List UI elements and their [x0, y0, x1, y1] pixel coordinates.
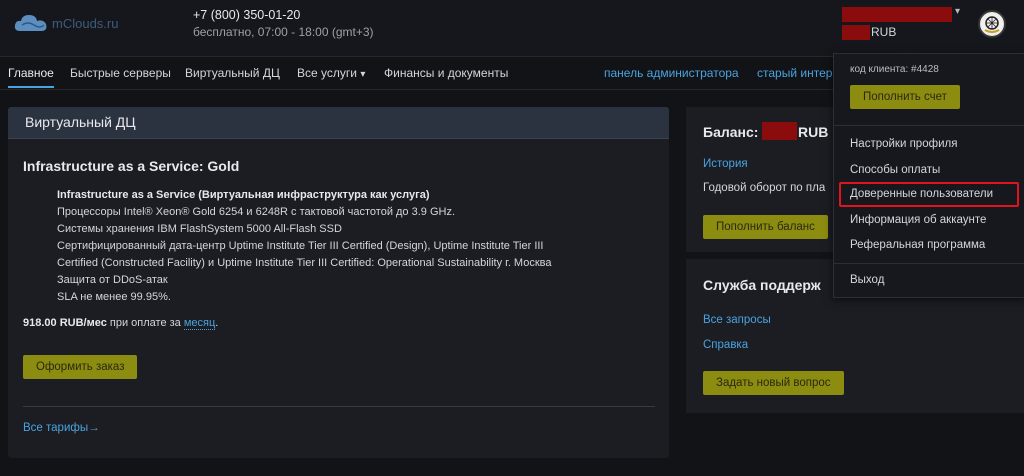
- top-bar: mClouds.ru +7 (800) 350-01-20 бесплатно,…: [0, 0, 1024, 56]
- nav-active-indicator: [8, 86, 54, 88]
- divider: [23, 406, 655, 407]
- price-line: 918.00 RUB/мес при оплате за месяц.: [23, 317, 219, 330]
- virtual-dc-card: Виртуальный ДЦ Infrastructure as a Servi…: [8, 107, 669, 458]
- annual-turnover-text: Годовой оборот по пла: [703, 182, 826, 194]
- support-phone: +7 (800) 350-01-20: [193, 8, 301, 22]
- menu-item-referral-program[interactable]: Реферальная программа: [850, 239, 985, 251]
- nav-item-all-services[interactable]: Все услуги ▾: [297, 66, 365, 80]
- nav-item-main[interactable]: Главное: [8, 66, 54, 80]
- client-code: код клиента: #4428: [850, 64, 939, 75]
- user-dropdown-menu: код клиента: #4428 Пополнить счет Настро…: [833, 53, 1024, 298]
- support-title: Служба поддерж: [703, 277, 821, 293]
- product-description: Infrastructure as a Service (Виртуальная…: [57, 187, 637, 306]
- history-link[interactable]: История: [703, 158, 748, 170]
- menu-item-trusted-users[interactable]: Доверенные пользователи: [850, 188, 993, 200]
- price-value: 918.00 RUB/мес: [23, 317, 107, 329]
- nav-item-all-services-label: Все услуги: [297, 66, 357, 80]
- card-title: Виртуальный ДЦ: [25, 114, 136, 130]
- menu-item-payment-methods[interactable]: Способы оплаты: [850, 164, 940, 176]
- dropdown-divider: [834, 125, 1024, 126]
- price-dot: .: [215, 317, 219, 329]
- redacted-balance-amount: [762, 122, 797, 140]
- description-line: SLA не менее 99.95%.: [57, 291, 171, 303]
- menu-item-account-info[interactable]: Информация об аккаунте: [850, 214, 986, 226]
- top-up-balance-button[interactable]: Пополнить баланс: [703, 215, 828, 239]
- all-requests-link[interactable]: Все запросы: [703, 314, 771, 326]
- description-line: Системы хранения IBM FlashSystem 5000 Al…: [57, 223, 342, 235]
- product-title: Infrastructure as a Service: Gold: [23, 158, 240, 174]
- all-tariffs-link[interactable]: Все тарифы→: [23, 422, 100, 434]
- redacted-user-name[interactable]: [842, 7, 952, 22]
- logo[interactable]: mClouds.ru: [14, 13, 118, 33]
- logo-text: mClouds.ru: [52, 15, 119, 31]
- new-request-button[interactable]: Задать новый вопрос: [703, 371, 844, 395]
- description-heading: Infrastructure as a Service (Виртуальная…: [57, 189, 430, 201]
- cloud-logo-icon: [14, 13, 48, 33]
- header-balance-currency: RUB: [871, 25, 897, 39]
- admin-panel-link[interactable]: панель администратора: [604, 66, 739, 80]
- support-hours: бесплатно, 07:00 - 18:00 (gmt+3): [193, 25, 374, 39]
- billing-period-link[interactable]: месяц: [183, 317, 216, 330]
- description-line: Процессоры Intel® Xeon® Gold 6254 и 6248…: [57, 206, 456, 218]
- chevron-down-icon[interactable]: ▾: [955, 6, 960, 17]
- description-line: Защита от DDoS-атак: [57, 274, 168, 286]
- price-suffix: при оплате за: [106, 317, 184, 329]
- nav-item-finance[interactable]: Финансы и документы: [384, 66, 508, 80]
- card-header: Виртуальный ДЦ: [8, 107, 669, 139]
- old-interface-link[interactable]: старый интер: [757, 66, 832, 80]
- chevron-down-icon: ▾: [360, 69, 366, 80]
- order-button[interactable]: Оформить заказ: [23, 355, 138, 379]
- redacted-balance: [842, 25, 870, 40]
- balance-title: Баланс:: [703, 124, 759, 140]
- nav-item-virtual-dc[interactable]: Виртуальный ДЦ: [185, 66, 280, 80]
- description-line: Certified (Constructed Facility) и Uptim…: [57, 257, 552, 269]
- description-line: Сертифицированный дата-центр Uptime Inst…: [57, 240, 544, 252]
- dropdown-divider: [834, 263, 1024, 264]
- help-link[interactable]: Справка: [703, 339, 748, 351]
- menu-item-logout[interactable]: Выход: [850, 274, 884, 286]
- balance-currency: RUB: [798, 124, 829, 140]
- top-up-account-button[interactable]: Пополнить счет: [850, 85, 960, 109]
- avatar[interactable]: [978, 10, 1006, 38]
- menu-item-profile-settings[interactable]: Настройки профиля: [850, 138, 957, 150]
- nav-item-fast-servers[interactable]: Быстрые серверы: [70, 66, 171, 80]
